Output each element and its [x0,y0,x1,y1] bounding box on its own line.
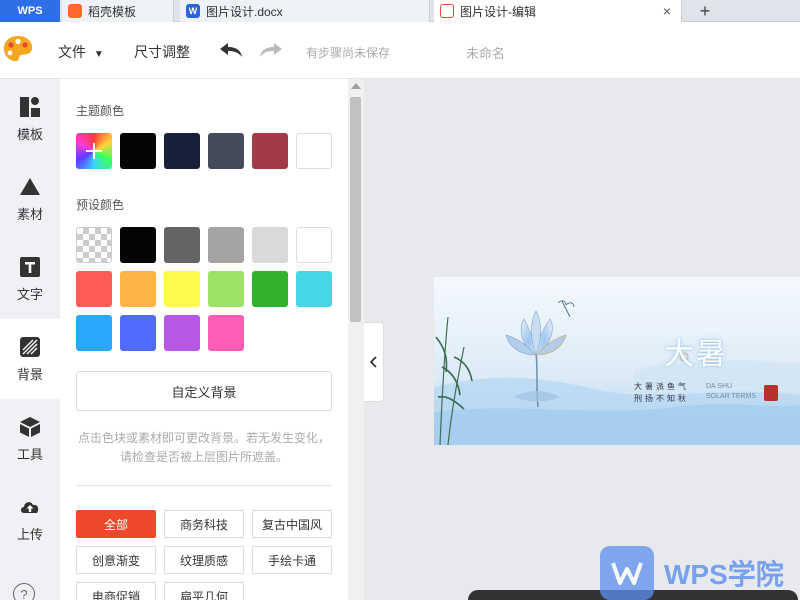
category-flat-geometric[interactable]: 扁平几何 [164,582,244,600]
poem-line-1: 大暑派鱼气 [634,382,689,391]
shapes-icon [20,177,40,195]
new-tab-button[interactable]: + [690,0,720,22]
palette-logo-icon [3,36,33,62]
red-seal-stamp [764,385,778,401]
design-title: 大暑 [664,337,728,372]
cube-icon [20,416,40,437]
tab-doc[interactable]: W 图片设计.docx [180,0,430,22]
preset-color-swatch[interactable] [296,271,332,307]
category-all[interactable]: 全部 [76,510,156,538]
background-icon [20,336,40,357]
design-canvas-image[interactable]: 大暑 大暑派鱼气 刑扬不知秋 DA SHU SOLAR TERMS [434,277,800,445]
file-menu[interactable]: 文件 ▼ [58,42,104,62]
preset-color-swatch[interactable] [76,315,112,351]
transparent-swatch[interactable] [76,227,112,263]
collapse-panel-button[interactable] [364,322,384,402]
category-creative-gradient[interactable]: 创意渐变 [76,546,156,574]
tab-edit[interactable]: 图片设计-编辑 × [434,0,682,22]
theme-colors-title: 主题颜色 [76,104,125,118]
theme-color-swatch[interactable] [208,133,244,169]
wps-logo-icon [600,546,654,600]
image-file-icon [440,4,454,18]
text-icon [20,256,40,277]
preset-color-swatch[interactable] [296,227,332,263]
tab-bar: WPS 稻壳模板 W 图片设计.docx 图片设计-编辑 × + [0,0,800,22]
category-business-tech[interactable]: 商务科技 [164,510,244,538]
nav-tools-label: 工具 [16,446,43,462]
english-subtitle-2: SOLAR TERMS [706,393,757,400]
background-panel: 主题颜色 预设颜色 自定义背景 点击色块或素材即可更改背景。若无发生变化，请检查… [60,79,348,600]
preset-colors-title: 预设颜色 [76,198,125,212]
scroll-thumb[interactable] [350,97,361,322]
nav-materials[interactable]: 素材 [0,159,60,239]
preset-color-swatch[interactable] [252,227,288,263]
tab-edit-label: 图片设计-编辑 [460,4,536,19]
theme-color-swatch[interactable] [120,133,156,169]
tab-templates-label: 稻壳模板 [88,4,137,19]
preset-color-swatch[interactable] [164,227,200,263]
nav-templates[interactable]: 模板 [0,79,60,159]
nav-background[interactable]: 背景 [0,319,60,399]
chevron-left-icon [369,356,377,368]
category-texture[interactable]: 纹理质感 [164,546,244,574]
poem-line-2: 刑扬不知秋 [634,394,689,403]
file-menu-label: 文件 [58,44,86,60]
nav-text-label: 文字 [16,286,43,302]
custom-background-button[interactable]: 自定义背景 [76,371,332,411]
resize-button[interactable]: 尺寸调整 [134,42,190,62]
watermark-text: WPS学院 [664,559,784,590]
template-icon [20,96,40,117]
nav-upload[interactable]: 上传 [0,479,60,559]
tab-doc-label: 图片设计.docx [206,4,283,19]
redo-icon[interactable] [258,40,284,60]
help-icon[interactable]: ? [13,583,35,600]
category-hand-drawn[interactable]: 手绘卡通 [252,546,332,574]
category-retro-chinese[interactable]: 复古中国风 [252,510,332,538]
tab-wps-home[interactable]: WPS [0,0,60,22]
preset-color-swatch[interactable] [252,271,288,307]
preset-color-swatch[interactable] [164,315,200,351]
theme-color-swatch[interactable] [296,133,332,169]
preset-color-swatch[interactable] [120,227,156,263]
word-doc-icon: W [186,4,200,18]
preset-color-swatch[interactable] [164,271,200,307]
theme-color-swatch[interactable] [252,133,288,169]
nav-tools[interactable]: 工具 [0,399,60,479]
english-subtitle-1: DA SHU [706,383,733,390]
undo-icon[interactable] [218,40,244,60]
preset-color-swatch[interactable] [208,315,244,351]
toolbar: 文件 ▼ 尺寸调整 有步骤尚未保存 未命名 [0,22,800,79]
plus-icon [86,143,102,159]
save-status: 有步骤尚未保存 [306,46,391,60]
cloud-upload-icon [21,501,39,513]
nav-upload-label: 上传 [16,526,43,542]
nav-background-label: 背景 [16,366,43,382]
nav-templates-label: 模板 [16,126,43,142]
preset-color-swatch[interactable] [208,271,244,307]
tab-templates[interactable]: 稻壳模板 [62,0,174,22]
tab-close-icon[interactable]: × [663,3,671,19]
caret-down-icon: ▼ [93,49,104,60]
nav-materials-label: 素材 [16,206,43,222]
canvas-area: 大暑 大暑派鱼气 刑扬不知秋 DA SHU SOLAR TERMS [364,79,800,600]
color-picker-swatch[interactable] [76,133,112,169]
left-nav: 模板 素材 文字 背景 工具 上传 ? [0,79,60,600]
watercolor-lotus-illustration [434,277,800,445]
preset-color-swatch[interactable] [120,315,156,351]
divider [76,485,332,486]
preset-color-swatch[interactable] [208,227,244,263]
preset-color-swatch[interactable] [120,271,156,307]
theme-color-swatch[interactable] [164,133,200,169]
flame-icon [68,4,82,18]
document-name[interactable]: 未命名 [466,43,505,62]
scroll-up-arrow[interactable] [351,83,361,89]
panel-scrollbar[interactable] [348,79,364,600]
preset-color-swatch[interactable] [76,271,112,307]
wps-academy-watermark: WPS学院 [600,546,800,600]
nav-text[interactable]: 文字 [0,239,60,319]
background-hint: 点击色块或素材即可更改背景。若无发生变化，请检查是否被上层图片所遮盖。 [77,431,330,464]
category-ecommerce[interactable]: 电商促销 [76,582,156,600]
